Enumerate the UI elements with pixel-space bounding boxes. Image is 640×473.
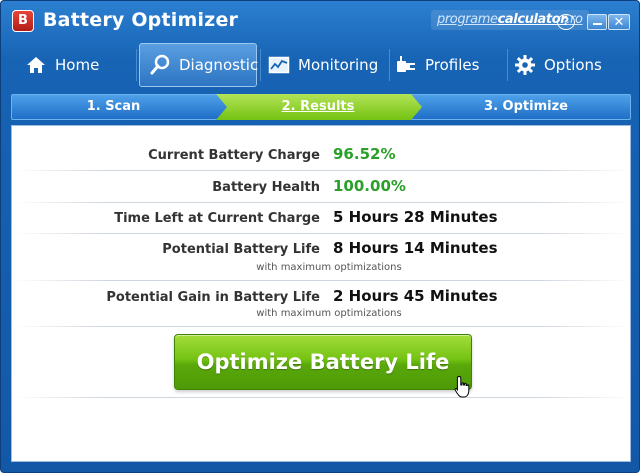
title-bar: B Battery Optimizer programecalculator.r… bbox=[1, 1, 639, 41]
divider bbox=[12, 326, 632, 327]
step-optimize[interactable]: 3. Optimize bbox=[421, 94, 631, 120]
optimize-battery-button[interactable]: Optimize Battery Life bbox=[174, 334, 472, 390]
help-button[interactable]: ? bbox=[557, 14, 575, 30]
divider bbox=[12, 170, 632, 171]
watermark-part-2: calculator bbox=[497, 12, 567, 27]
gain-subtext: with maximum optimizations bbox=[256, 308, 402, 319]
charge-label: Current Battery Charge bbox=[148, 148, 320, 163]
nav-monitoring[interactable]: Monitoring bbox=[268, 43, 390, 87]
wizard-steps: 1. Scan 2. Results 3. Optimize bbox=[11, 94, 631, 120]
potential-subtext: with maximum optimizations bbox=[256, 262, 402, 273]
gear-icon bbox=[514, 54, 536, 76]
magnifier-icon bbox=[149, 54, 171, 76]
nav-home-label: Home bbox=[55, 56, 100, 74]
nav-options-label: Options bbox=[544, 56, 602, 74]
nav-options[interactable]: Options bbox=[514, 43, 624, 87]
watermark-part-1: programe bbox=[437, 12, 498, 27]
potential-value: 8 Hours 14 Minutes bbox=[333, 239, 498, 257]
app-logo-icon: B bbox=[12, 10, 34, 32]
nav-monitoring-label: Monitoring bbox=[298, 56, 379, 74]
nav-profiles[interactable]: Profiles bbox=[395, 43, 505, 87]
time-left-value: 5 Hours 28 Minutes bbox=[333, 208, 498, 226]
divider bbox=[12, 397, 632, 398]
nav-diagnostic-label: Diagnostic bbox=[179, 56, 259, 74]
house-icon bbox=[25, 54, 47, 76]
step-scan[interactable]: 1. Scan bbox=[11, 94, 216, 120]
nav-divider bbox=[389, 49, 390, 81]
nav-diagnostic[interactable]: Diagnostic bbox=[139, 43, 259, 87]
nav-divider bbox=[260, 49, 261, 81]
divider bbox=[12, 280, 632, 281]
minimize-icon bbox=[592, 23, 602, 25]
step-results[interactable]: 2. Results bbox=[223, 94, 413, 120]
app-window: B Battery Optimizer programecalculator.r… bbox=[0, 0, 640, 473]
gain-value: 2 Hours 45 Minutes bbox=[333, 287, 498, 305]
main-nav: Home Diagnostic Monitoring Profiles Opti… bbox=[11, 43, 631, 87]
close-button[interactable]: ✕ bbox=[608, 14, 630, 30]
charge-value: 96.52% bbox=[333, 145, 396, 163]
health-value: 100.00% bbox=[333, 177, 406, 195]
plug-icon bbox=[395, 54, 417, 76]
divider bbox=[12, 233, 632, 234]
nav-divider bbox=[507, 49, 508, 81]
minimize-button[interactable] bbox=[587, 14, 607, 30]
chart-icon bbox=[268, 54, 290, 76]
app-title: Battery Optimizer bbox=[43, 9, 239, 31]
nav-profiles-label: Profiles bbox=[425, 56, 480, 74]
nav-divider bbox=[136, 49, 137, 81]
results-panel: Current Battery Charge 96.52% Battery He… bbox=[11, 125, 632, 462]
divider bbox=[12, 202, 632, 203]
potential-label: Potential Battery Life bbox=[162, 242, 320, 257]
nav-home[interactable]: Home bbox=[25, 43, 135, 87]
time-left-label: Time Left at Current Charge bbox=[114, 211, 320, 226]
hand-cursor-icon bbox=[454, 375, 470, 398]
gain-label: Potential Gain in Battery Life bbox=[106, 290, 320, 305]
health-label: Battery Health bbox=[212, 180, 320, 195]
